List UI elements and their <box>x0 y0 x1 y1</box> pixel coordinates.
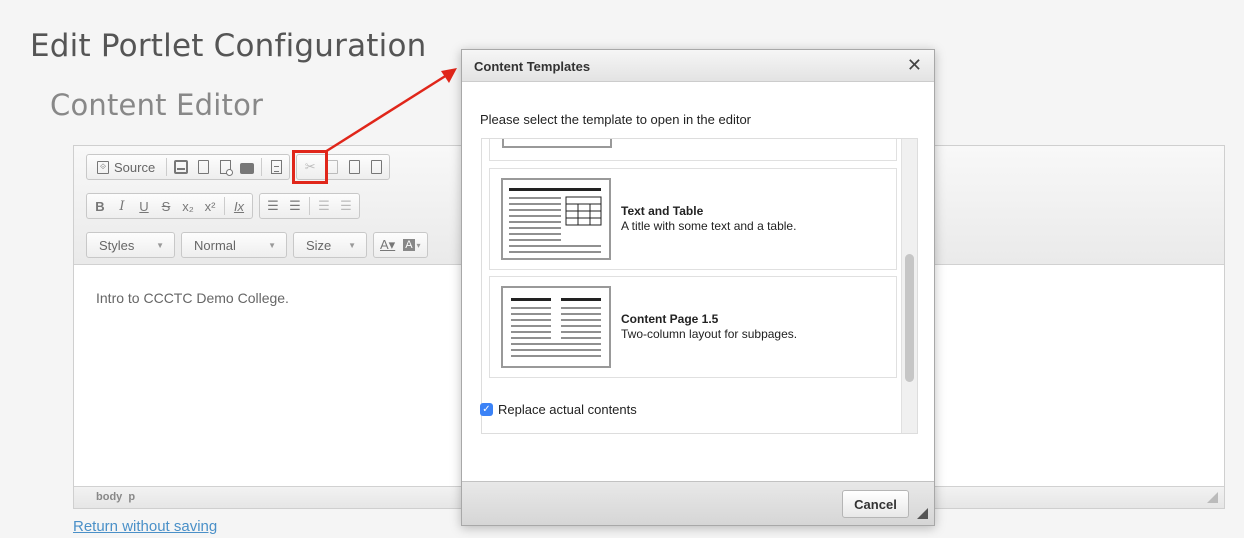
outdent-icon: ☰ <box>318 198 330 213</box>
content-templates-dialog: Content Templates ✕ Please select the te… <box>461 49 935 526</box>
save-button[interactable] <box>170 156 192 178</box>
bulleted-list-icon: ☰ <box>289 198 301 213</box>
size-dropdown-label: Size <box>306 237 332 253</box>
remove-format-icon: Ix <box>233 198 245 214</box>
numbered-list-button[interactable]: ☰ <box>262 195 284 217</box>
new-page-button[interactable] <box>192 156 214 178</box>
paste-text-button[interactable] <box>365 156 387 178</box>
subscript-button[interactable]: x₂ <box>177 195 199 217</box>
preview-button[interactable] <box>214 156 236 178</box>
toolbar-group-document: ⟐ Source <box>86 154 291 180</box>
styles-dropdown[interactable]: Styles ▼ <box>86 232 175 258</box>
new-page-icon <box>197 160 209 174</box>
content-page-thumbnail <box>501 286 611 368</box>
toolbar-separator <box>224 197 225 215</box>
toolbar-separator <box>166 158 168 176</box>
strikethrough-icon: S <box>161 198 171 214</box>
two-column-layout-icon <box>511 298 601 357</box>
template-description: Two-column layout for subpages. <box>621 327 798 341</box>
print-icon <box>240 162 255 174</box>
text-and-table-thumbnail <box>501 178 611 260</box>
template-thumbnail <box>502 139 612 148</box>
bold-icon: B <box>95 198 105 214</box>
underline-button[interactable]: U <box>133 195 155 217</box>
text-color-button[interactable]: A▾ <box>376 234 399 256</box>
outdent-button[interactable]: ☰ <box>313 195 335 217</box>
templates-icon <box>270 160 282 174</box>
dialog-header[interactable]: Content Templates ✕ <box>462 50 934 82</box>
paste-icon <box>348 160 360 174</box>
templates-button[interactable] <box>265 156 287 178</box>
template-item-partial[interactable] <box>489 139 897 161</box>
element-path-text[interactable]: body p <box>96 491 135 503</box>
toolbar-row-2: B I U S x₂ x² Ix ☰ ☰ ☰ ☰ <box>86 192 366 220</box>
paste-button[interactable] <box>343 156 365 178</box>
template-list[interactable]: Text and Table A title with some text an… <box>481 138 918 434</box>
section-title: Content Editor <box>50 88 264 122</box>
numbered-list-icon: ☰ <box>267 198 279 213</box>
chevron-down-icon: ▼ <box>348 240 356 250</box>
template-name: Content Page 1.5 <box>621 312 719 326</box>
page-title: Edit Portlet Configuration <box>30 28 427 64</box>
toolbar-separator <box>309 197 310 215</box>
save-icon <box>174 160 189 174</box>
dialog-footer: Cancel <box>462 481 934 525</box>
cancel-button[interactable]: Cancel <box>842 490 909 518</box>
copy-icon <box>326 160 338 174</box>
template-name: Text and Table <box>621 204 704 218</box>
chevron-down-icon: ▼ <box>268 240 276 250</box>
dialog-title: Content Templates <box>474 59 591 74</box>
paste-text-icon <box>370 160 382 174</box>
chevron-down-icon: ▼ <box>156 240 164 250</box>
size-dropdown[interactable]: Size ▼ <box>293 232 367 258</box>
format-dropdown-label: Normal <box>194 237 236 253</box>
subscript-icon: x₂ <box>182 198 194 214</box>
chevron-down-icon: ▾ <box>416 240 421 250</box>
toolbar-separator <box>261 158 263 176</box>
replace-contents-option[interactable]: ✓ Replace actual contents <box>480 402 637 417</box>
source-label: Source <box>114 159 156 175</box>
replace-contents-label: Replace actual contents <box>498 402 637 417</box>
templates-button-highlight <box>292 150 328 184</box>
dialog-intro-text: Please select the template to open in th… <box>480 112 752 127</box>
remove-format-button[interactable]: Ix <box>228 195 250 217</box>
template-list-scrollbar[interactable] <box>901 139 917 433</box>
bold-button[interactable]: B <box>89 195 111 217</box>
indent-button[interactable]: ☰ <box>335 195 357 217</box>
toolbar-group-basicstyles: B I U S x₂ x² Ix <box>86 193 253 219</box>
background-color-button[interactable]: A ▾ <box>399 234 424 256</box>
indent-icon: ☰ <box>340 198 352 213</box>
template-description: A title with some text and a table. <box>621 219 797 233</box>
toolbar-row-3: Styles ▼ Normal ▼ Size ▼ A▾ A ▾ <box>86 231 434 259</box>
template-item-text-and-table[interactable]: Text and Table A title with some text an… <box>489 168 897 270</box>
format-dropdown[interactable]: Normal ▼ <box>181 232 287 258</box>
strikethrough-button[interactable]: S <box>155 195 177 217</box>
scrollbar-thumb[interactable] <box>905 254 914 382</box>
toolbar-group-colors: A▾ A ▾ <box>373 232 428 258</box>
dialog-resize-handle-icon[interactable] <box>917 508 928 519</box>
underline-icon: U <box>139 198 149 214</box>
text-and-table-icon <box>509 188 602 253</box>
superscript-icon: x² <box>204 198 216 214</box>
toolbar-row-1: ⟐ Source ✂ <box>86 153 396 181</box>
preview-icon <box>219 160 233 176</box>
text-color-icon: A▾ <box>380 237 396 252</box>
styles-dropdown-label: Styles <box>99 237 135 253</box>
resize-handle-icon[interactable] <box>1207 492 1218 503</box>
bulleted-list-button[interactable]: ☰ <box>284 195 306 217</box>
italic-icon: I <box>119 198 125 214</box>
toolbar-group-list: ☰ ☰ ☰ ☰ <box>259 193 360 219</box>
template-item-content-page[interactable]: Content Page 1.5 Two-column layout for s… <box>489 276 897 378</box>
background-color-icon: A <box>403 239 415 251</box>
replace-contents-checkbox[interactable]: ✓ <box>480 403 493 416</box>
italic-button[interactable]: I <box>111 195 133 217</box>
source-icon: ⟐ <box>97 160 109 174</box>
superscript-button[interactable]: x² <box>199 195 221 217</box>
print-button[interactable] <box>236 156 258 178</box>
source-button[interactable]: ⟐ Source <box>89 156 163 178</box>
close-icon[interactable]: ✕ <box>907 55 922 75</box>
return-without-saving-link[interactable]: Return without saving <box>73 518 217 535</box>
